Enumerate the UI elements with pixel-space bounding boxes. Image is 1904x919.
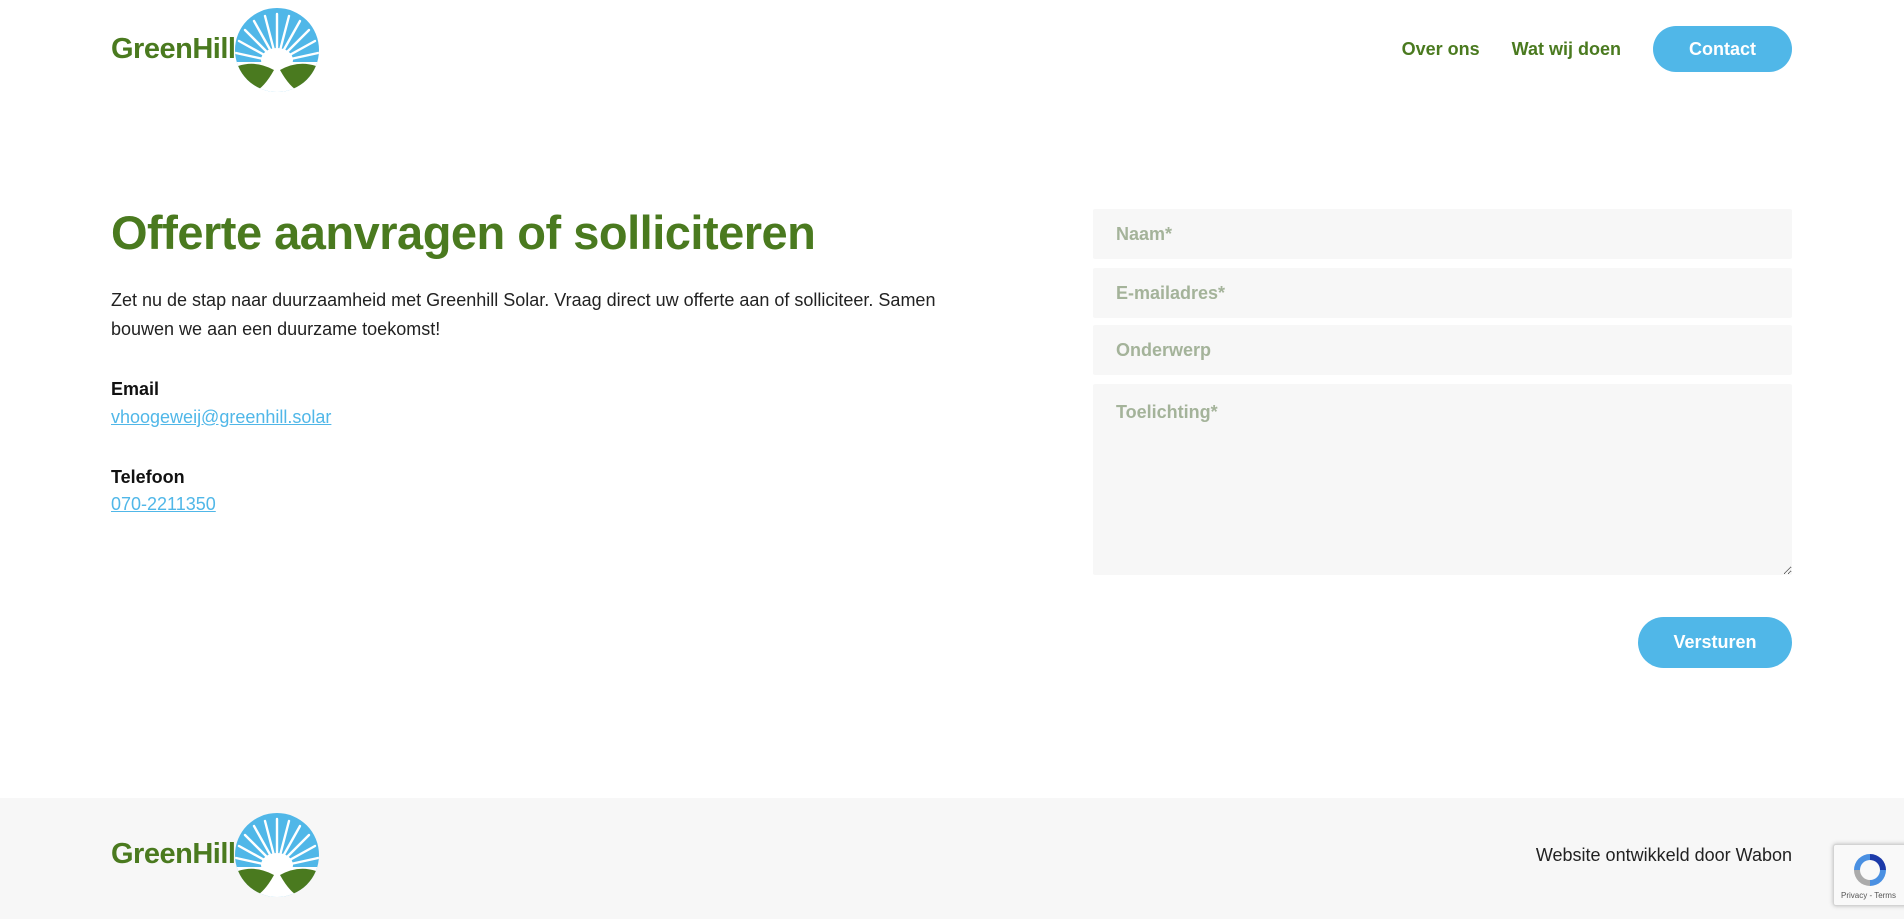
- email-link[interactable]: vhoogeweij@greenhill.solar: [111, 407, 331, 428]
- main-nav: Over ons Wat wij doen Contact: [1402, 26, 1792, 72]
- intro-text: Zet nu de stap naar duurzaamheid met Gre…: [111, 290, 936, 339]
- footer-credit: Website ontwikkeld door Wabon: [1535, 845, 1792, 865]
- submit-button[interactable]: Versturen: [1638, 617, 1792, 668]
- contact-button[interactable]: Contact: [1653, 26, 1792, 72]
- phone-label: Telefoon: [111, 467, 185, 487]
- subject-field[interactable]: [1093, 325, 1792, 375]
- recaptcha-badge[interactable]: Privacy - Terms: [1833, 844, 1904, 906]
- footer-logo-link[interactable]: GreenHill: [111, 813, 323, 897]
- nav-link-wat-wij-doen[interactable]: Wat wij doen: [1512, 26, 1621, 72]
- message-field[interactable]: [1093, 384, 1792, 575]
- footer-logo-wordmark: GreenHill: [111, 838, 236, 870]
- footer-sun-hill-logo-icon: [235, 813, 319, 897]
- phone-link[interactable]: 070-2211350: [111, 494, 216, 515]
- page-title: Offerte aanvragen of solliciteren: [111, 206, 816, 259]
- site-header: GreenHill Over ons Wat wij doen Contact: [0, 0, 1904, 100]
- logo-wordmark: GreenHill: [111, 33, 236, 65]
- sun-hill-logo-icon: [235, 8, 319, 92]
- name-field[interactable]: [1093, 209, 1792, 259]
- recaptcha-icon: [1854, 854, 1886, 886]
- email-label: Email: [111, 379, 160, 399]
- recaptcha-links[interactable]: Privacy - Terms: [1841, 891, 1896, 900]
- logo-link[interactable]: GreenHill: [111, 8, 323, 92]
- site-footer: GreenHill Website ontwikkeld door Wabon: [0, 798, 1904, 919]
- email-field[interactable]: [1093, 268, 1792, 318]
- nav-link-over-ons[interactable]: Over ons: [1402, 26, 1480, 72]
